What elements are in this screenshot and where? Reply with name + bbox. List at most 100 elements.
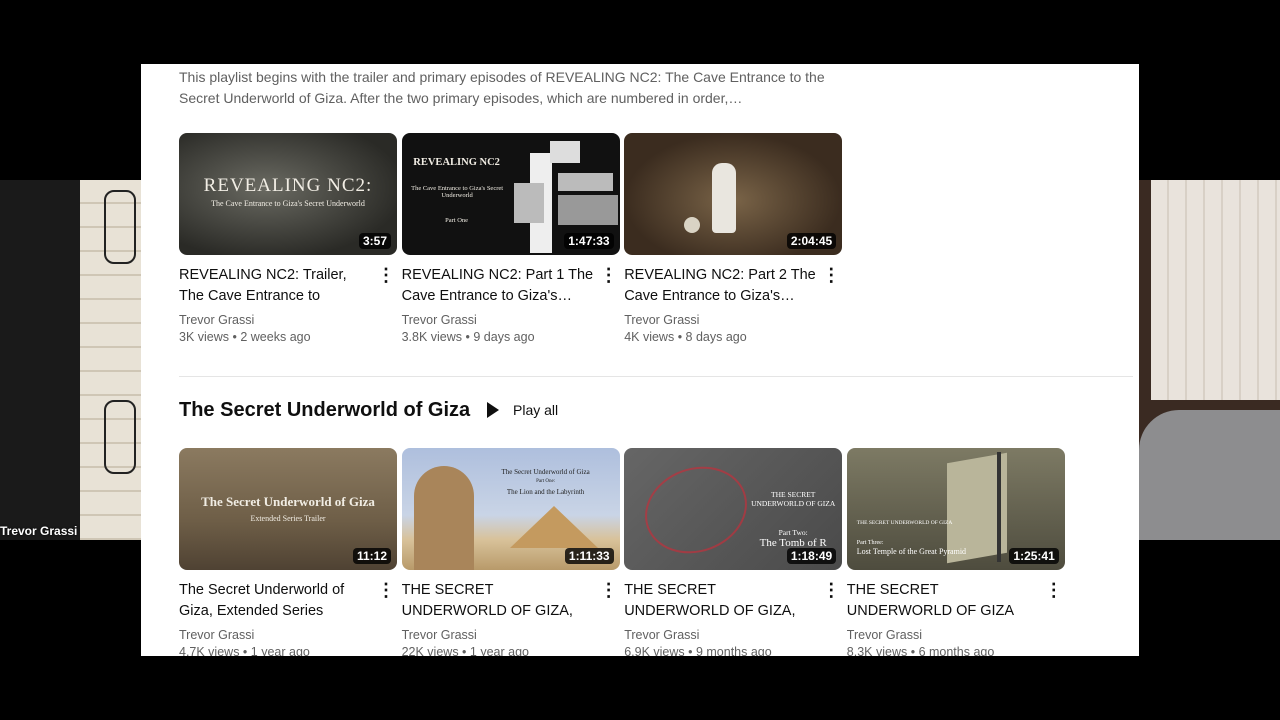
upload-age: 1 year ago xyxy=(469,645,529,656)
video-card[interactable]: REVEALING NC2 The Cave Entrance to Giza'… xyxy=(401,133,620,344)
video-card[interactable]: The Secret Underworld of Giza Part One: … xyxy=(401,448,620,656)
more-options-icon[interactable]: ⋮ xyxy=(822,263,840,287)
thumbnail-title-text: The Secret Underworld of Giza xyxy=(501,468,590,476)
video-title[interactable]: REVEALING NC2: Part 1 The Cave Entrance … xyxy=(402,265,598,307)
video-thumbnail[interactable]: REVEALING NC2 The Cave Entrance to Giza'… xyxy=(401,133,620,255)
view-count: 4K views xyxy=(624,330,675,344)
thumbnail-map-overlay xyxy=(632,452,760,568)
playlist-description: This playlist begins with the trailer an… xyxy=(179,69,825,106)
upload-age: 9 months ago xyxy=(695,645,772,656)
thumbnail-subtitle-text: Lost Temple of the Great Pyramid xyxy=(856,547,967,556)
thumbnail-orb xyxy=(684,217,701,233)
video-meta: 3.8K views • 9 days ago xyxy=(401,330,535,344)
thumbnail-person-figure xyxy=(712,163,737,233)
thumbnail-title-text: THE SECRET UNDERWORLD OF GIZA xyxy=(751,490,836,508)
thumbnail-part-text: Part One xyxy=(445,217,469,224)
video-meta: 6.9K views • 9 months ago xyxy=(624,645,842,656)
channel-name[interactable]: Trevor Grassi xyxy=(402,313,620,327)
video-duration: 1:25:41 xyxy=(1009,548,1059,564)
video-row-1: REVEALING NC2: The Cave Entrance to Giza… xyxy=(179,133,847,344)
video-duration: 1:47:33 xyxy=(564,233,614,249)
channel-name[interactable]: Trevor Grassi xyxy=(179,313,397,327)
video-title[interactable]: THE SECRET UNDERWORLD OF GIZA, Part One:… xyxy=(402,580,598,622)
play-all-button[interactable]: Play all xyxy=(487,402,558,418)
play-icon xyxy=(487,402,499,418)
video-thumbnail[interactable]: THE SECRET UNDERWORLD OF GIZA Part Three… xyxy=(846,448,1065,570)
more-options-icon[interactable]: ⋮ xyxy=(377,578,395,602)
participant-video-right xyxy=(1139,180,1280,540)
upload-age: 2 weeks ago xyxy=(240,330,311,344)
channel-name[interactable]: Trevor Grassi xyxy=(179,628,397,642)
channel-name[interactable]: Trevor Grassi xyxy=(847,628,1065,642)
view-count: 8.3K views xyxy=(846,645,908,656)
thumbnail-subtitle-text: The Cave Entrance to Giza's Secret Under… xyxy=(411,185,504,199)
video-title[interactable]: The Secret Underworld of Giza, Extended … xyxy=(179,580,375,622)
upload-age: 9 days ago xyxy=(473,330,535,344)
video-card[interactable]: 2:04:45 REVEALING NC2: Part 2 The Cave E… xyxy=(624,133,843,344)
view-count: 3.8K views xyxy=(401,330,463,344)
participant-video-left: Trevor Grassi xyxy=(0,180,141,540)
view-count: 4.7K views xyxy=(179,645,240,656)
playlist-section-title[interactable]: The Secret Underworld of Giza xyxy=(179,399,470,422)
cartouche-2 xyxy=(104,400,136,474)
more-options-icon[interactable]: ⋮ xyxy=(822,578,840,602)
upload-age: 6 months ago xyxy=(918,645,995,656)
channel-name[interactable]: Trevor Grassi xyxy=(624,313,842,327)
video-meta: 3K views • 2 weeks ago xyxy=(179,330,311,344)
video-thumbnail[interactable]: THE SECRET UNDERWORLD OF GIZA Part Two: … xyxy=(624,448,843,570)
video-title[interactable]: THE SECRET UNDERWORLD OF GIZA, Part Two:… xyxy=(624,580,820,622)
channel-name[interactable]: Trevor Grassi xyxy=(402,628,620,642)
video-card[interactable]: THE SECRET UNDERWORLD OF GIZA Part Three… xyxy=(846,448,1065,656)
thumbnail-part-text: Part Two: xyxy=(778,528,808,537)
video-meta: 4.7K views • 1 year ago xyxy=(179,645,397,656)
thumbnail-title-text: THE SECRET UNDERWORLD OF GIZA xyxy=(856,520,953,526)
video-duration: 1:18:49 xyxy=(786,548,837,564)
more-options-icon[interactable]: ⋮ xyxy=(377,263,395,287)
thumbnail-title-text: The Secret Underworld of Giza xyxy=(201,494,375,509)
thumbnail-subtitle-text: The Lion and the Labyrinth xyxy=(506,488,585,496)
video-title[interactable]: THE SECRET UNDERWORLD OF GIZA Part 3: Lo… xyxy=(847,580,1043,622)
video-thumbnail[interactable]: REVEALING NC2: The Cave Entrance to Giza… xyxy=(179,133,397,255)
video-title[interactable]: REVEALING NC2: Part 2 The Cave Entrance … xyxy=(624,265,820,307)
video-card[interactable]: REVEALING NC2: The Cave Entrance to Giza… xyxy=(179,133,397,344)
video-thumbnail[interactable]: The Secret Underworld of Giza Extended S… xyxy=(179,448,397,570)
thumbnail-part-text: Part One: xyxy=(536,479,556,484)
thumbnail-pillar xyxy=(996,452,1001,562)
window-blinds xyxy=(1151,180,1280,400)
thumbnail-sphinx xyxy=(413,466,474,570)
participant-name-label: Trevor Grassi xyxy=(0,524,78,538)
video-meta: 4K views • 8 days ago xyxy=(624,330,747,344)
video-card[interactable]: THE SECRET UNDERWORLD OF GIZA Part Two: … xyxy=(624,448,843,656)
thumbnail-part-text: Part Three: xyxy=(856,540,884,546)
video-duration: 11:12 xyxy=(352,548,391,564)
play-all-label: Play all xyxy=(513,402,559,418)
more-options-icon[interactable]: ⋮ xyxy=(600,578,618,602)
thumbnail-pyramid xyxy=(509,506,598,548)
video-card[interactable]: The Secret Underworld of Giza Extended S… xyxy=(179,448,397,656)
chair xyxy=(1139,410,1280,540)
view-count: 6.9K views xyxy=(624,645,685,656)
video-duration: 1:11:33 xyxy=(564,548,614,564)
video-row-2: The Secret Underworld of Giza Extended S… xyxy=(179,448,1069,656)
video-thumbnail[interactable]: 2:04:45 xyxy=(624,133,843,255)
video-duration: 2:04:45 xyxy=(786,233,837,249)
thumbnail-title-text: REVEALING NC2 xyxy=(413,157,500,168)
section-divider xyxy=(179,376,1133,377)
upload-age: 1 year ago xyxy=(250,645,310,656)
video-title[interactable]: REVEALING NC2: Trailer, The Cave Entranc… xyxy=(179,265,375,307)
thumbnail-subtitle-text: The Cave Entrance to Giza's Secret Under… xyxy=(211,199,365,208)
video-meta: 22K views • 1 year ago xyxy=(402,645,620,656)
youtube-playlist-panel: This playlist begins with the trailer an… xyxy=(141,64,1139,656)
more-options-icon[interactable]: ⋮ xyxy=(1045,578,1063,602)
upload-age: 8 days ago xyxy=(685,330,747,344)
thumbnail-subtitle-text: Extended Series Trailer xyxy=(250,514,326,523)
more-options-icon[interactable]: ⋮ xyxy=(600,263,618,287)
view-count: 3K views xyxy=(179,330,230,344)
channel-name[interactable]: Trevor Grassi xyxy=(624,628,842,642)
video-thumbnail[interactable]: The Secret Underworld of Giza Part One: … xyxy=(401,448,620,570)
video-duration: 3:57 xyxy=(358,233,391,249)
video-meta: 8.3K views • 6 months ago xyxy=(847,645,1065,656)
thumbnail-title-text: REVEALING NC2: xyxy=(203,175,373,196)
view-count: 22K views xyxy=(401,645,459,656)
cartouche-1 xyxy=(104,190,136,264)
